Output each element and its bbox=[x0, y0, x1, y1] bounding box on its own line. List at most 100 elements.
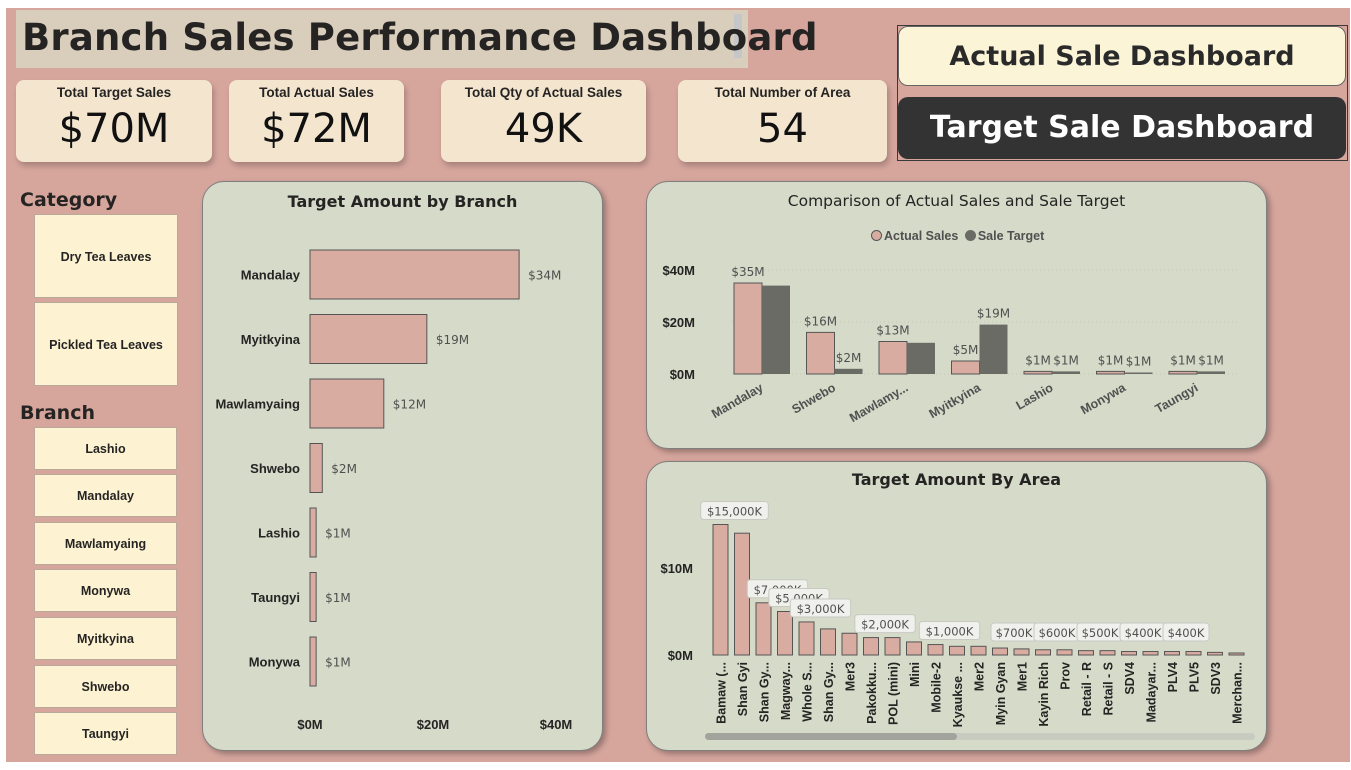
bar-actual-sales bbox=[1096, 370, 1125, 375]
bar bbox=[309, 314, 428, 364]
x-category-label: Merchan... bbox=[1231, 662, 1245, 724]
category-label: Mandalay bbox=[241, 268, 301, 283]
data-label: $1M bbox=[325, 591, 351, 605]
data-label: $12M bbox=[393, 398, 426, 412]
x-category-label: PLV4 bbox=[1166, 662, 1180, 692]
bar bbox=[884, 637, 901, 656]
bar bbox=[1013, 648, 1030, 656]
category-item-dry-tea-leaves[interactable]: Dry Tea Leaves bbox=[34, 214, 178, 298]
y-tick-label: $0M bbox=[670, 367, 695, 382]
bar bbox=[1228, 652, 1245, 656]
data-label: $13M bbox=[876, 324, 909, 338]
target-by-area-chart: $0M $10M Bamaw (... Shan Gyi Shan Gy... Magwa… bbox=[660, 501, 1245, 727]
x-category-label: Retail - R bbox=[1080, 662, 1094, 716]
bar bbox=[1078, 650, 1094, 656]
y-tick-label: $10M bbox=[660, 561, 693, 576]
kpi-value: 54 bbox=[757, 106, 808, 152]
x-category-label: Lashio bbox=[1014, 380, 1056, 412]
data-label: $1M bbox=[1025, 353, 1051, 367]
data-label: $19M bbox=[977, 307, 1010, 321]
branch-item-shwebo[interactable]: Shwebo bbox=[34, 665, 177, 708]
branch-item-monywa[interactable]: Monywa bbox=[34, 569, 177, 612]
bar bbox=[841, 632, 858, 656]
bar bbox=[755, 602, 772, 656]
bar bbox=[1207, 651, 1223, 656]
data-label: $5M bbox=[953, 343, 979, 357]
comparison-chart: $0M $20M $40M $35M Mandalay $16M $2M Shwebo $13M… bbox=[662, 263, 1237, 425]
x-category-label: Taungyi bbox=[1153, 380, 1201, 416]
bar bbox=[1035, 649, 1051, 656]
x-category-label: Shan Gy... bbox=[822, 662, 836, 722]
bar bbox=[992, 647, 1008, 656]
bar bbox=[1121, 651, 1137, 656]
x-category-label: PLV5 bbox=[1188, 662, 1202, 692]
data-label: $1M bbox=[1053, 353, 1079, 367]
x-category-label: Kayin Rich bbox=[1037, 662, 1051, 727]
x-category-label: Mer3 bbox=[844, 662, 858, 691]
category-slicer-title: Category bbox=[20, 189, 118, 211]
branch-item-lashio[interactable]: Lashio bbox=[34, 427, 177, 470]
x-category-label: Mini bbox=[908, 662, 922, 687]
target-by-branch-chart: Mandalay $34M Myitkyina $19M Mawlamyaing $12M… bbox=[215, 249, 572, 732]
x-category-label: Retail - S bbox=[1102, 662, 1116, 716]
bar bbox=[949, 645, 965, 656]
bar bbox=[712, 524, 729, 656]
page-title: Branch Sales Performance Dashboard bbox=[22, 16, 818, 59]
data-label: $15,000K bbox=[707, 505, 763, 519]
bar bbox=[777, 611, 793, 656]
data-label: $19M bbox=[436, 333, 469, 347]
bar bbox=[820, 628, 836, 656]
x-category-label: Myin Gyan bbox=[994, 662, 1008, 725]
x-category-label: Kyaukse ... bbox=[951, 662, 965, 727]
kpi-label: Total Number of Area bbox=[714, 85, 851, 100]
x-category-label: Pakokku... bbox=[865, 662, 879, 724]
actual-sale-dashboard-button[interactable]: Actual Sale Dashboard bbox=[898, 26, 1346, 86]
kpi-label: Total Qty of Actual Sales bbox=[464, 85, 623, 100]
x-category-label: Bamaw (... bbox=[715, 662, 729, 724]
comparison-panel: Comparison of Actual Sales and Sale Targ… bbox=[646, 181, 1267, 449]
kpi-card-actual-sales: Total Actual Sales $72M bbox=[229, 80, 404, 162]
data-label: $600K bbox=[1039, 626, 1076, 640]
bar-sale-target bbox=[762, 285, 790, 374]
category-item-pickled-tea-leaves[interactable]: Pickled Tea Leaves bbox=[34, 302, 178, 386]
chart-scrollbar-thumb[interactable] bbox=[705, 733, 957, 740]
x-category-label: Mandalay bbox=[709, 380, 765, 421]
bar bbox=[309, 572, 317, 622]
kpi-value: $72M bbox=[261, 106, 372, 152]
target-by-branch-panel: Target Amount by Branch Mandalay $34M Myit… bbox=[202, 181, 603, 751]
target-sale-dashboard-button[interactable]: Target Sale Dashboard bbox=[898, 97, 1346, 159]
x-category-label: Mawlamy... bbox=[847, 380, 910, 425]
x-category-label: Magway... bbox=[779, 662, 793, 720]
kpi-value: $70M bbox=[58, 106, 170, 152]
branch-item-mawlamyaing[interactable]: Mawlamyaing bbox=[34, 522, 177, 565]
data-label: $1M bbox=[1198, 353, 1224, 367]
data-label: $1M bbox=[325, 527, 351, 541]
y-tick-label: $20M bbox=[662, 315, 695, 330]
data-label: $1,000K bbox=[926, 625, 974, 639]
data-label: $700K bbox=[996, 626, 1033, 640]
x-category-label: Shan Gyi bbox=[736, 662, 750, 716]
x-category-label: POL (mini) bbox=[887, 662, 901, 725]
bar-actual-sales bbox=[951, 360, 980, 375]
category-label: Shwebo bbox=[250, 461, 300, 476]
bar bbox=[1164, 651, 1180, 656]
data-label: $2,000K bbox=[861, 618, 909, 632]
bar bbox=[798, 621, 815, 656]
x-tick-label: $20M bbox=[417, 717, 450, 732]
kpi-value: 49K bbox=[504, 106, 583, 152]
branch-item-taungyi[interactable]: Taungyi bbox=[34, 712, 177, 755]
kpi-card-qty-actual-sales: Total Qty of Actual Sales 49K bbox=[441, 80, 646, 162]
branch-item-mandalay[interactable]: Mandalay bbox=[34, 474, 177, 517]
data-label: $16M bbox=[804, 314, 837, 328]
branch-item-myitkyina[interactable]: Myitkyina bbox=[34, 617, 177, 660]
bar bbox=[863, 637, 879, 656]
bar bbox=[1056, 649, 1073, 656]
bar-sale-target bbox=[1197, 371, 1225, 374]
bar bbox=[906, 641, 922, 656]
x-category-label: Madayar... bbox=[1145, 662, 1159, 722]
bar-actual-sales bbox=[878, 341, 908, 375]
data-label: $1M bbox=[325, 656, 351, 670]
x-category-label: Mer1 bbox=[1016, 662, 1030, 691]
bar bbox=[1185, 651, 1202, 656]
y-tick-label: $0M bbox=[668, 648, 693, 663]
